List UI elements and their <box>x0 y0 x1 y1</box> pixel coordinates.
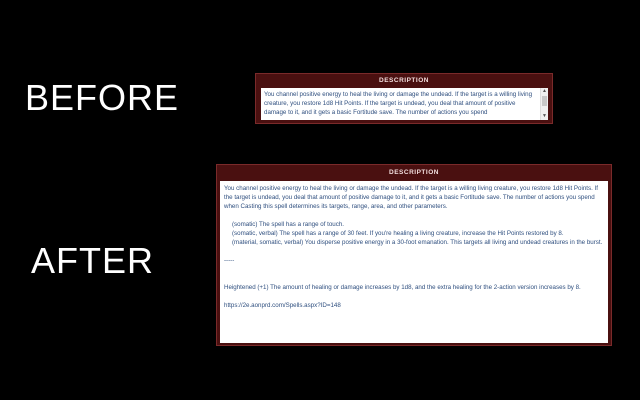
scroll-down-arrow-icon[interactable]: ▼ <box>541 113 548 120</box>
description-text: You channel positive energy to heal the … <box>264 91 533 117</box>
before-label: BEFORE <box>25 77 180 118</box>
source-link[interactable]: https://2e.aonprd.com/Spells.aspx?ID=148 <box>224 301 604 310</box>
divider-text: ----- <box>224 257 235 264</box>
option-text: (material, somatic, verbal) You disperse… <box>232 239 603 246</box>
intro-text: You channel positive energy to heal the … <box>224 185 598 210</box>
description-body: You channel positive energy to heal the … <box>220 181 608 343</box>
panel-header: DESCRIPTION <box>379 77 429 84</box>
description-body[interactable]: You channel positive energy to heal the … <box>261 88 548 120</box>
after-label: AFTER <box>31 240 155 281</box>
scrollbar[interactable]: ▲ ▼ <box>540 88 548 120</box>
description-panel-before: DESCRIPTION You channel positive energy … <box>255 73 553 124</box>
scroll-thumb[interactable] <box>542 96 547 106</box>
option-text: (somatic, verbal) The spell has a range … <box>232 230 564 237</box>
option-text: (somatic) The spell has a range of touch… <box>232 221 345 228</box>
scroll-up-arrow-icon[interactable]: ▲ <box>541 88 548 95</box>
panel-header: DESCRIPTION <box>389 169 439 176</box>
heightened-text: Heightened (+1) The amount of healing or… <box>224 284 581 291</box>
description-panel-after: DESCRIPTION You channel positive energy … <box>216 164 612 346</box>
